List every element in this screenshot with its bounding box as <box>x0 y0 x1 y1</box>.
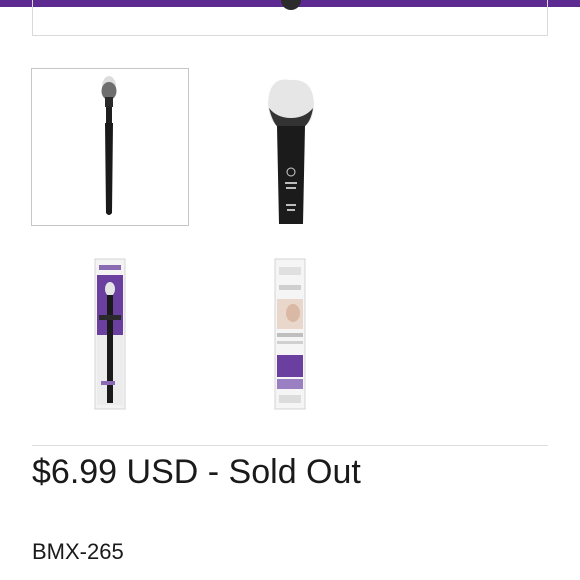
brush-package-back-image <box>274 258 306 410</box>
product-price: $6.99 USD <box>32 453 199 491</box>
main-image-panel <box>32 0 548 36</box>
price-status-line: $6.99 USD - Sold Out <box>32 452 361 492</box>
thumbnail-package-front[interactable] <box>31 255 189 413</box>
thumbnail-package-back[interactable] <box>205 255 363 413</box>
brush-side-view-image <box>101 76 117 215</box>
brush-head-closeup-image <box>268 79 314 224</box>
product-sku: BMX-265 <box>32 539 124 564</box>
brush-package-front-image <box>94 258 126 410</box>
thumbnail-brush-closeup[interactable] <box>205 68 363 226</box>
thumbnail-brush-side[interactable] <box>31 68 189 226</box>
stock-status: Sold Out <box>228 453 361 491</box>
price-separator: - <box>198 453 229 491</box>
section-divider <box>32 445 548 446</box>
